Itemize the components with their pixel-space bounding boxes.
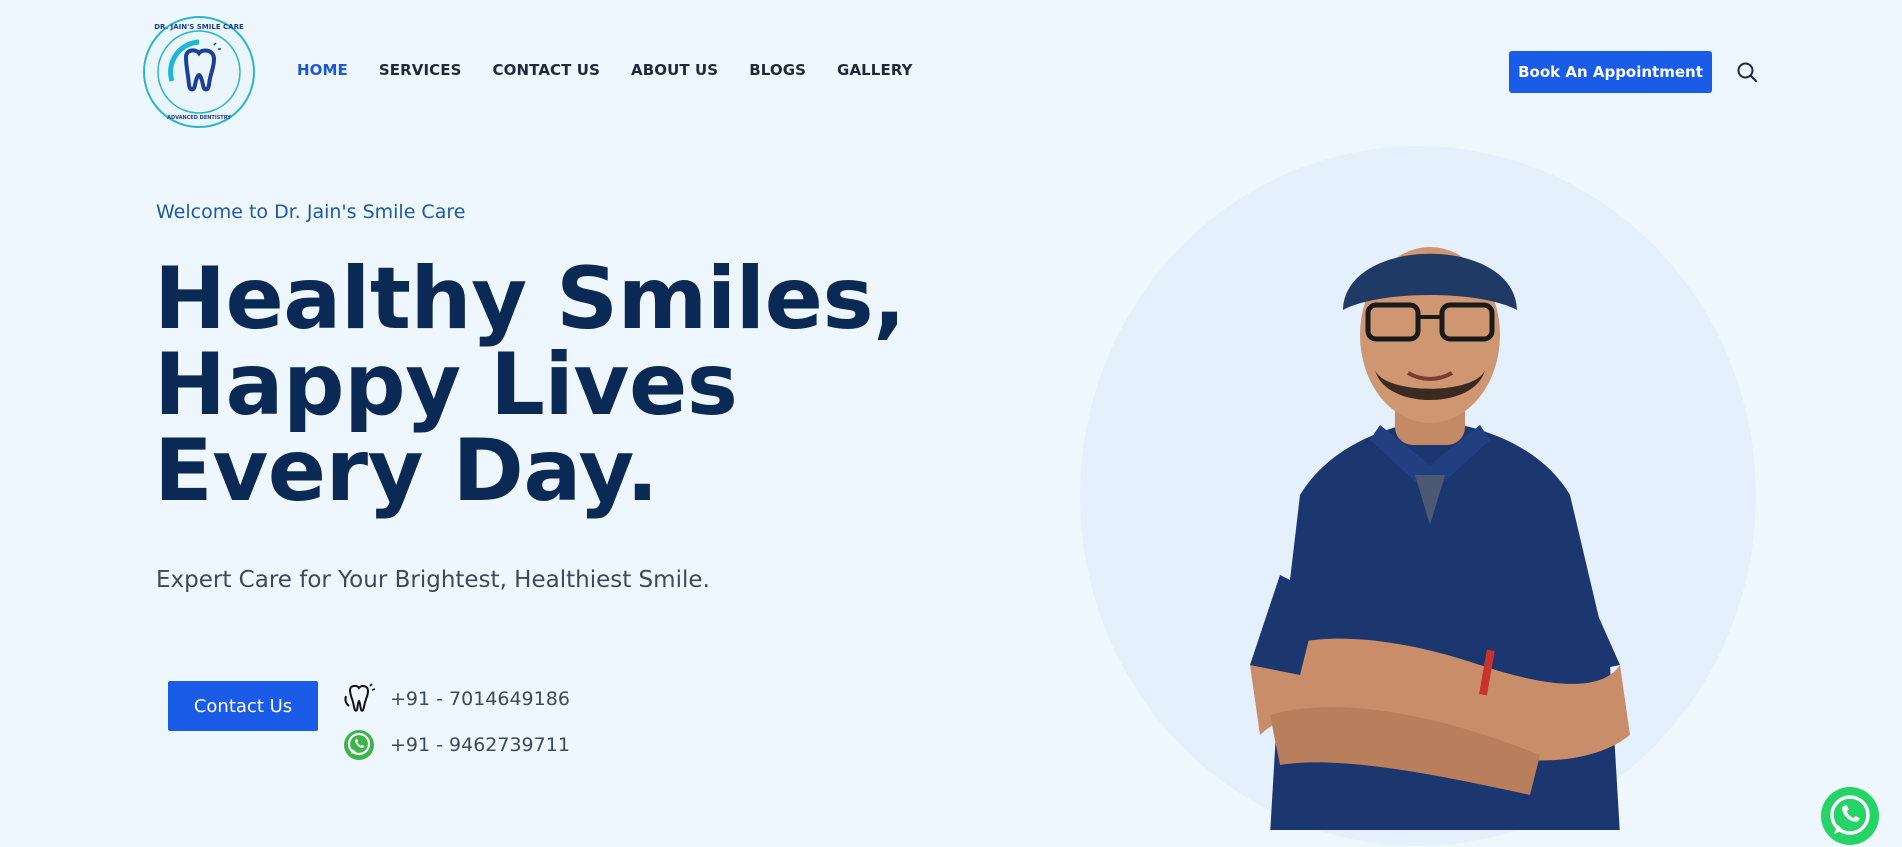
logo-text-bottom: ADVANCED DENTISTRY [167,115,231,121]
contact-us-button[interactable]: Contact Us [168,681,318,731]
clinic-logo[interactable]: DR. JAIN'S SMILE CARE ADVANCED DENTISTRY [142,15,256,129]
phone-number-whatsapp[interactable]: +91 - 9462739711 [390,734,570,756]
headline-line-2: Happy Lives [154,335,738,435]
site-header: DR. JAIN'S SMILE CARE ADVANCED DENTISTRY… [0,0,1902,140]
tooth-phone-icon [344,683,376,712]
main-nav: HOME SERVICES CONTACT US ABOUT US BLOGS … [297,61,944,79]
phone-row-whatsapp[interactable]: +91 - 9462739711 [342,728,570,762]
phone-number-primary[interactable]: +91 - 7014649186 [390,688,570,710]
headline-line-1: Healthy Smiles, [154,249,906,349]
nav-item-blogs[interactable]: BLOGS [749,61,806,79]
doctor-portrait [1250,247,1630,830]
logo-text-top: DR. JAIN'S SMILE CARE [154,23,244,31]
nav-item-gallery[interactable]: GALLERY [837,61,913,79]
whatsapp-icon [344,730,374,760]
welcome-text: Welcome to Dr. Jain's Smile Care [156,201,466,223]
book-appointment-button[interactable]: Book An Appointment [1509,51,1712,93]
nav-item-services[interactable]: SERVICES [379,61,462,79]
nav-item-contact-us[interactable]: CONTACT US [493,61,600,79]
search-icon[interactable] [1736,61,1758,83]
headline-line-3: Every Day. [154,421,659,521]
hero-subtitle: Expert Care for Your Brightest, Healthie… [156,567,710,593]
hero-headline: Healthy Smiles, Happy Lives Every Day. [154,249,906,521]
nav-item-home[interactable]: HOME [297,61,348,79]
nav-item-about-us[interactable]: ABOUT US [631,61,718,79]
phone-row-primary[interactable]: +91 - 7014649186 [342,682,570,716]
whatsapp-float-icon[interactable] [1820,786,1880,846]
